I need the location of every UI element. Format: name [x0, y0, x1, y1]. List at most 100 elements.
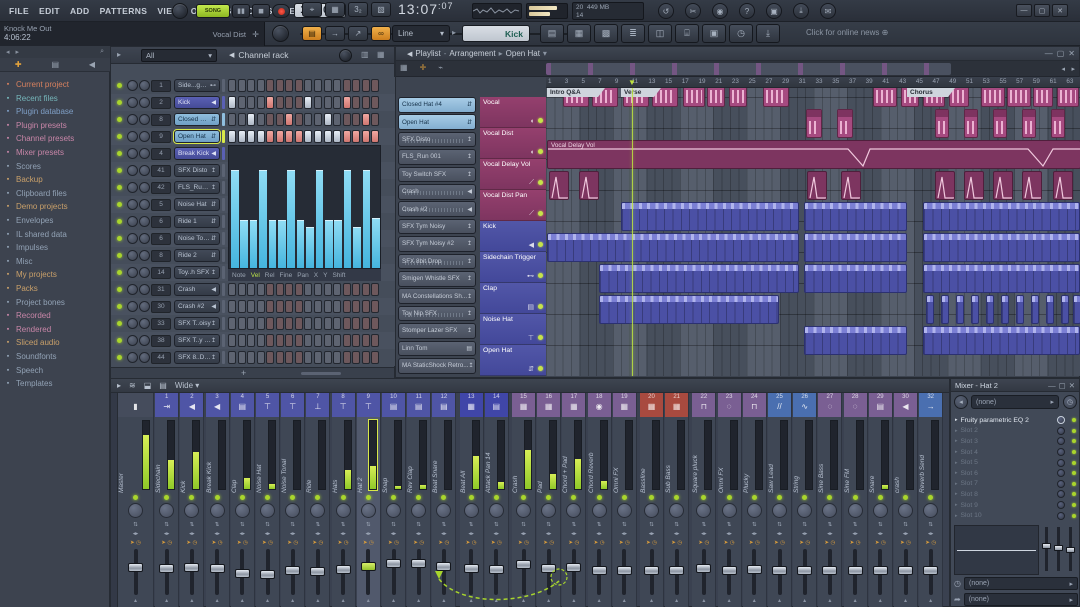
pattern-clip-noise-hat[interactable]: [1016, 295, 1024, 324]
step-cell[interactable]: [342, 334, 351, 347]
marker-chorus[interactable]: Chorus: [907, 88, 955, 97]
strip-fader[interactable]: [516, 560, 531, 570]
channel-button[interactable]: Noise Hat ⇵: [174, 198, 220, 211]
menu-add[interactable]: ADD: [65, 6, 95, 16]
strip-fader[interactable]: [591, 565, 607, 575]
channel-volume-knob[interactable]: [139, 335, 150, 346]
channel-mute-led[interactable]: [117, 321, 122, 326]
strip-send-switch[interactable]: ▴: [879, 597, 882, 604]
strip-send-switch[interactable]: ▴: [417, 597, 420, 604]
browser-item-project-bones[interactable]: ▪ Project bones: [4, 296, 108, 309]
overdub-icon[interactable]: ↗: [348, 26, 368, 41]
rack-keyboard-toggle-icon[interactable]: ▦: [377, 50, 385, 59]
step-cell[interactable]: [237, 334, 246, 347]
channel-button[interactable]: Open Hat ⇵: [173, 129, 221, 144]
channel-volume-knob[interactable]: [139, 97, 150, 108]
step-cell[interactable]: [333, 96, 342, 109]
browser-item-clipboard-files[interactable]: ▪ Clipboard files: [4, 187, 108, 200]
pattern-clip-sidechain-trigger[interactable]: [804, 233, 907, 262]
channel-pan-knob[interactable]: [127, 250, 138, 261]
strip-pan-knob[interactable]: [847, 503, 863, 518]
strip-fader[interactable]: [746, 564, 762, 574]
strip-pan-knob[interactable]: [644, 503, 659, 518]
velocity-bar[interactable]: [296, 220, 305, 268]
mixer-strip-hats[interactable]: 8 ⊤ Hats ⇅ ◂▸ ➤ ◷ ▴: [331, 393, 356, 607]
rack-menu-icon[interactable]: ▸: [117, 50, 121, 59]
pattern-clip-noise-hat[interactable]: [926, 295, 934, 324]
channel-filter-selector[interactable]: All ▾: [141, 49, 217, 62]
step-cell[interactable]: [294, 334, 303, 347]
channel-pan-knob[interactable]: [127, 182, 138, 193]
step-cell[interactable]: [294, 283, 303, 296]
automation-clip-vocal-dist-pan[interactable]: [579, 171, 599, 200]
shuffle-knob[interactable]: [272, 25, 289, 42]
mixer-strip-reverb-send[interactable]: 32 → Reverb Send ⇅ ◂▸ ➤ ◷ ▴: [919, 393, 944, 607]
step-cell[interactable]: [352, 300, 361, 313]
channel-mixer-target[interactable]: 4: [151, 147, 171, 160]
strip-send-switch[interactable]: ▴: [675, 597, 678, 604]
browser-item-templates[interactable]: ▪ Templates: [4, 377, 108, 390]
slot-enable-led[interactable]: [1072, 513, 1076, 518]
mixer-layout-selector[interactable]: Wide ▾: [175, 381, 199, 390]
audio-clip-vocal-dist[interactable]: [935, 109, 949, 138]
step-cell[interactable]: [352, 96, 361, 109]
download-button[interactable]: ⤓: [756, 24, 780, 43]
strip-pan-knob[interactable]: [872, 503, 888, 518]
picker-item-closed-hat-4[interactable]: Closed Hat #4 ⇵: [398, 97, 476, 113]
channel-mute-led[interactable]: [117, 219, 122, 224]
browser-item-plugin-presets[interactable]: ▪ Plugin presets: [4, 119, 108, 132]
track-enable-led[interactable]: [538, 335, 543, 340]
strip-fader[interactable]: [159, 563, 175, 573]
picker-item-smigen-whistle-sfx[interactable]: Smigen Whistle SFX ↥: [398, 271, 476, 287]
channel-volume-knob[interactable]: [139, 318, 150, 329]
strip-send-switch[interactable]: ▴: [904, 597, 907, 604]
strip-fader[interactable]: [923, 565, 939, 575]
channel-button[interactable]: SFX T..y #2 ↥: [174, 334, 220, 347]
channel-volume-knob[interactable]: [139, 182, 150, 193]
channel-volume-knob[interactable]: [139, 148, 150, 159]
channel-volume-knob[interactable]: [139, 216, 150, 227]
piano-roll-window-button[interactable]: ▦: [567, 24, 591, 43]
loop-record-icon[interactable]: ∞: [371, 26, 391, 41]
mixer-strip-square-pluck[interactable]: 22 ⊓ Square pluck ⇅ ◂▸ ➤ ◷ ▴: [692, 393, 717, 607]
step-cell[interactable]: [266, 130, 275, 143]
channel-pan-knob[interactable]: [127, 284, 138, 295]
browser-item-current-project[interactable]: ▪ Current project: [4, 78, 108, 91]
channel-volume-knob[interactable]: [139, 131, 150, 142]
step-cell[interactable]: [342, 300, 351, 313]
strip-enable-led[interactable]: [340, 495, 346, 500]
channel-volume-knob[interactable]: [139, 301, 150, 312]
step-cell[interactable]: [237, 300, 246, 313]
strip-pan-knob[interactable]: [721, 503, 737, 518]
step-cell[interactable]: [237, 79, 246, 92]
mixer-strip-ride[interactable]: 7 ⊥ Ride ⇅ ◂▸ ➤ ◷ ▴: [306, 393, 331, 607]
mixer-window-button[interactable]: ≣: [621, 24, 645, 43]
strip-enable-led[interactable]: [701, 495, 707, 500]
strip-send-switch[interactable]: ▴: [650, 597, 653, 604]
graph-tab-rel[interactable]: Rel: [265, 272, 275, 279]
strip-pan-knob[interactable]: [566, 503, 582, 518]
pause-button[interactable]: ▮▮: [232, 4, 250, 18]
strip-send-switch[interactable]: ▴: [470, 597, 473, 604]
strip-enable-led[interactable]: [928, 495, 934, 500]
channel-button[interactable]: Toy..h SFX ↥: [174, 266, 220, 279]
channel-pan-knob[interactable]: [127, 301, 138, 312]
channel-button[interactable]: Crash ◀: [174, 283, 220, 296]
mixer-strip-sine-bass[interactable]: 27 ◌ Sine Bass ⇅ ◂▸ ➤ ◷ ▴: [818, 393, 843, 607]
step-cell[interactable]: [304, 300, 313, 313]
graph-tab-pan[interactable]: Pan: [297, 272, 309, 279]
channel-pan-knob[interactable]: [127, 335, 138, 346]
step-cell[interactable]: [333, 317, 342, 330]
velocity-bar[interactable]: [334, 220, 342, 268]
audio-clip-vocal-dist[interactable]: [993, 109, 1007, 138]
channel-button[interactable]: Ride 1 ⇵: [174, 215, 220, 228]
channel-mute-led[interactable]: [117, 134, 122, 139]
slot-enable-led[interactable]: [1072, 492, 1076, 497]
strip-send-switch[interactable]: ▴: [216, 597, 219, 604]
step-cell[interactable]: [256, 79, 265, 92]
scroll-right-icon[interactable]: ▸: [1071, 65, 1075, 73]
menu-patterns[interactable]: PATTERNS: [95, 6, 153, 16]
step-cell[interactable]: [266, 79, 275, 92]
step-cell[interactable]: [371, 130, 380, 143]
strip-fader[interactable]: [696, 563, 712, 573]
